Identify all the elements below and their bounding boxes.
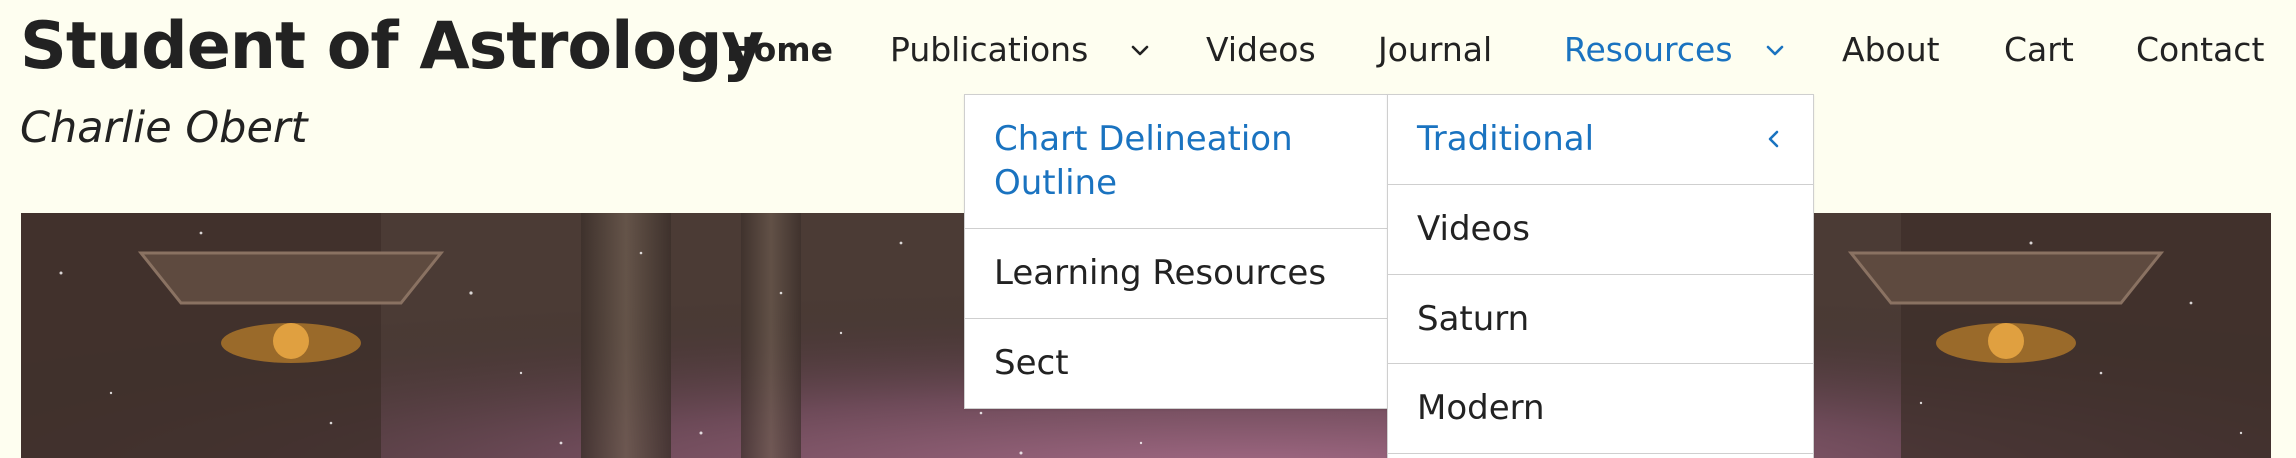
traditional-submenu: Traditional Videos Saturn Modern <box>1387 94 1814 458</box>
nav-journal[interactable]: Journal <box>1378 26 1492 74</box>
menu-item-label: Modern <box>1417 388 1545 428</box>
chevron-left-icon[interactable] <box>1762 127 1786 151</box>
chevron-down-icon[interactable] <box>1128 38 1152 62</box>
page: Student of Astrology Charlie Obert Home … <box>0 0 2296 458</box>
nav-cart[interactable]: Cart <box>2004 26 2074 74</box>
menu-item-chart-delineation-outline[interactable]: Chart Delineation Outline <box>965 95 1388 229</box>
nav-home[interactable]: Home <box>726 26 833 74</box>
menu-item-label: Learning Resources <box>994 253 1327 293</box>
menu-item-label: Saturn <box>1417 299 1530 339</box>
chevron-down-icon[interactable] <box>1763 38 1787 62</box>
menu-item-learning-resources[interactable]: Learning Resources <box>965 229 1388 319</box>
nav-videos[interactable]: Videos <box>1206 26 1316 74</box>
nav-resources-label: Resources <box>1564 30 1733 69</box>
site-subtitle: Charlie Obert <box>20 103 308 153</box>
nav-contact[interactable]: Contact <box>2136 26 2264 74</box>
menu-item-videos[interactable]: Videos <box>1388 185 1813 275</box>
menu-item-label: Chart Delineation Outline <box>994 119 1293 203</box>
nav-publications-label: Publications <box>890 30 1089 69</box>
resources-dropdown: Chart Delineation Outline Learning Resou… <box>964 94 1389 409</box>
menu-item-saturn[interactable]: Saturn <box>1388 275 1813 364</box>
nav-resources[interactable]: Resources <box>1564 26 1733 74</box>
menu-item-label: Videos <box>1417 209 1530 249</box>
nav-about[interactable]: About <box>1842 26 1940 74</box>
main-nav: Home Publications Videos Journal Resourc… <box>0 26 2296 74</box>
menu-item-modern[interactable]: Modern <box>1388 364 1813 454</box>
menu-item-label: Sect <box>994 343 1069 383</box>
menu-item-sect[interactable]: Sect <box>965 319 1388 408</box>
menu-item-label: Traditional <box>1417 119 1595 159</box>
menu-item-traditional[interactable]: Traditional <box>1388 95 1813 185</box>
nav-publications[interactable]: Publications <box>890 26 1088 74</box>
